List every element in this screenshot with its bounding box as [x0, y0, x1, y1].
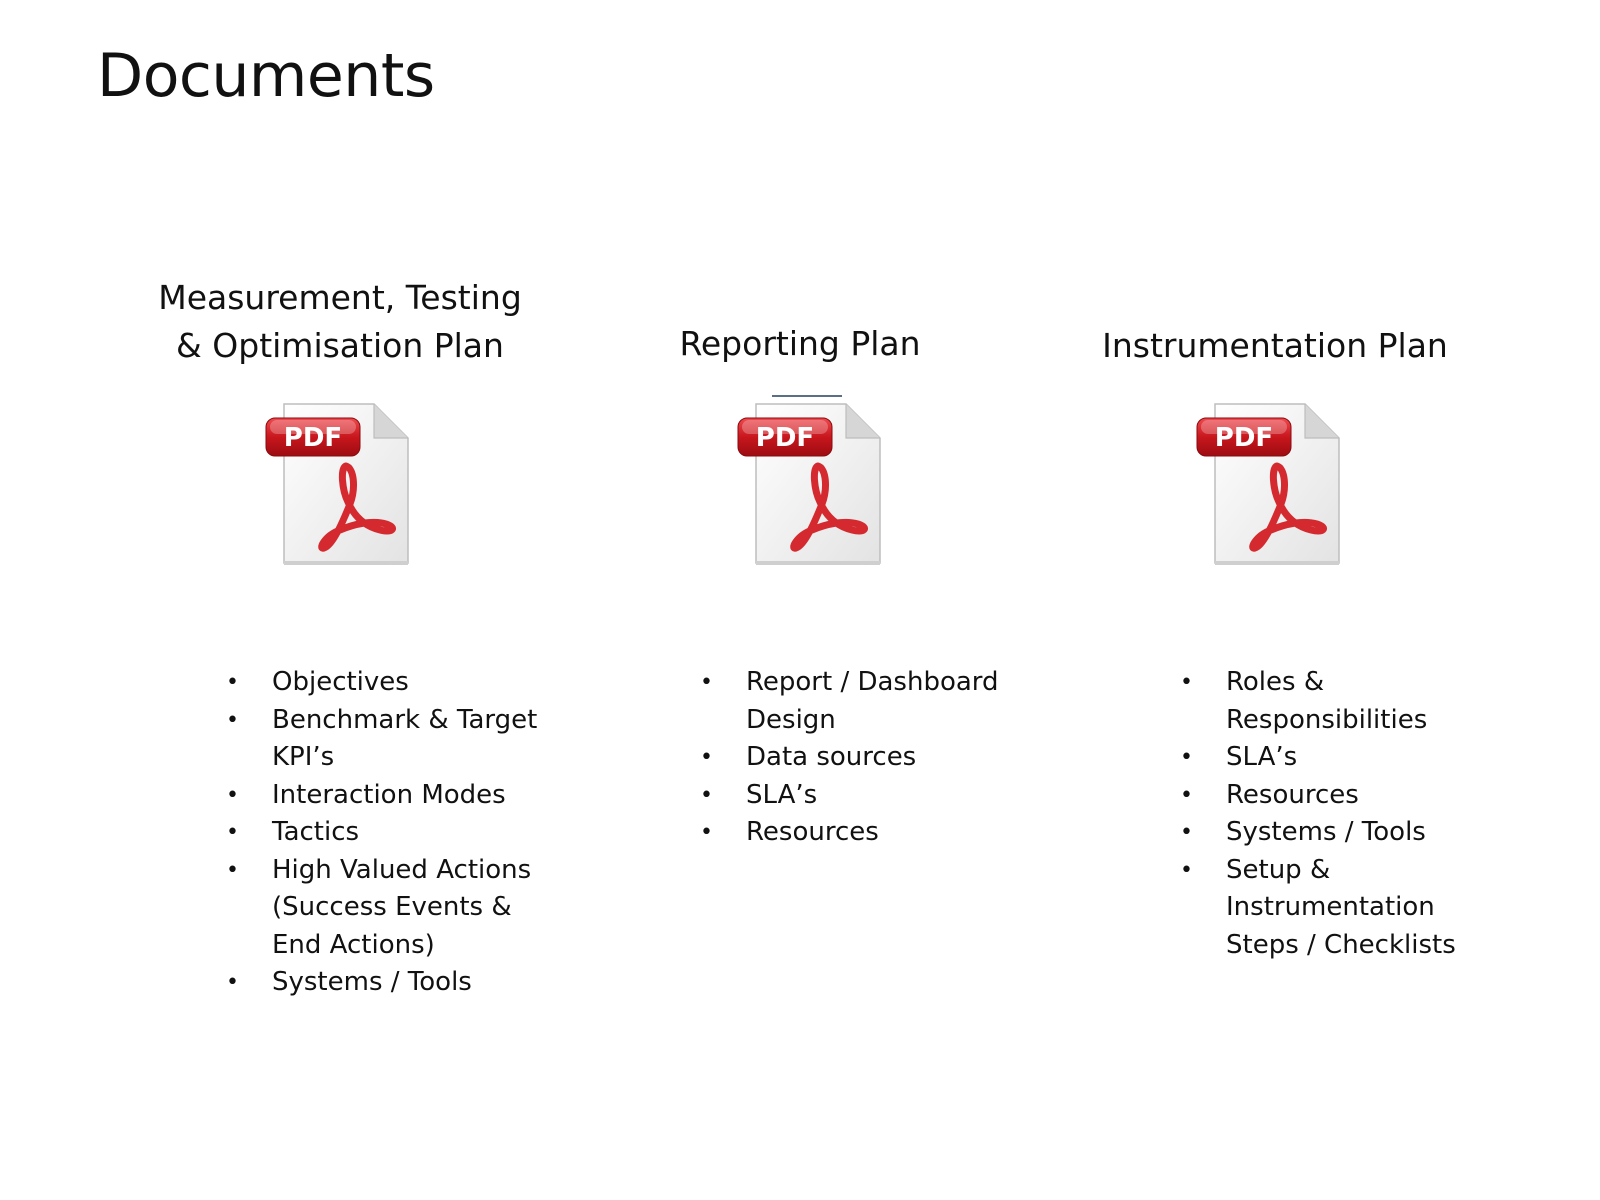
list-item: Resources [700, 814, 1030, 852]
list-item: Systems / Tools [226, 964, 556, 1002]
list-item: Report / Dashboard Design [700, 664, 1030, 739]
list-item: SLA’s [700, 777, 1030, 815]
pdf-badge-label: PDF [756, 423, 814, 453]
document-heading-line: Reporting Plan [679, 324, 921, 363]
pdf-file-icon[interactable]: PDF [1193, 398, 1353, 573]
list-item: Objectives [226, 664, 556, 702]
document-reporting-plan: Reporting Plan PDF Report / Dashboard De… [570, 0, 1030, 1200]
pdf-file-icon[interactable]: PDF [734, 398, 894, 573]
document-instrumentation-plan: Instrumentation Plan PDF Roles & Respons… [1045, 0, 1505, 1200]
list-item: Data sources [700, 739, 1030, 777]
list-item: Setup & Instrumentation Steps / Checklis… [1180, 852, 1500, 965]
document-heading-line: Instrumentation Plan [1102, 326, 1448, 365]
document-topic-list: Objectives Benchmark & Target KPI’s Inte… [226, 664, 556, 1002]
list-item: Roles & Responsibilities [1180, 664, 1500, 739]
list-item: Tactics [226, 814, 556, 852]
list-item: Interaction Modes [226, 777, 556, 815]
document-topic-list: Roles & Responsibilities SLA’s Resources… [1180, 664, 1500, 964]
divider [772, 395, 842, 397]
document-heading-line: & Optimisation Plan [176, 326, 504, 365]
document-heading: Reporting Plan [570, 320, 1030, 368]
list-item: SLA’s [1180, 739, 1500, 777]
document-measurement-testing-optimisation-plan: Measurement, Testing & Optimisation Plan… [110, 0, 570, 1200]
list-item: Systems / Tools [1180, 814, 1500, 852]
list-item: High Valued Actions (Success Events & En… [226, 852, 556, 965]
list-item: Resources [1180, 777, 1500, 815]
list-item: Benchmark & Target KPI’s [226, 702, 556, 777]
pdf-file-icon[interactable]: PDF [262, 398, 422, 573]
document-heading: Instrumentation Plan [1045, 322, 1505, 370]
document-heading: Measurement, Testing & Optimisation Plan [110, 274, 570, 370]
pdf-badge-label: PDF [1215, 423, 1273, 453]
pdf-badge-label: PDF [284, 423, 342, 453]
document-heading-line: Measurement, Testing [158, 278, 522, 317]
document-topic-list: Report / Dashboard Design Data sources S… [700, 664, 1030, 852]
